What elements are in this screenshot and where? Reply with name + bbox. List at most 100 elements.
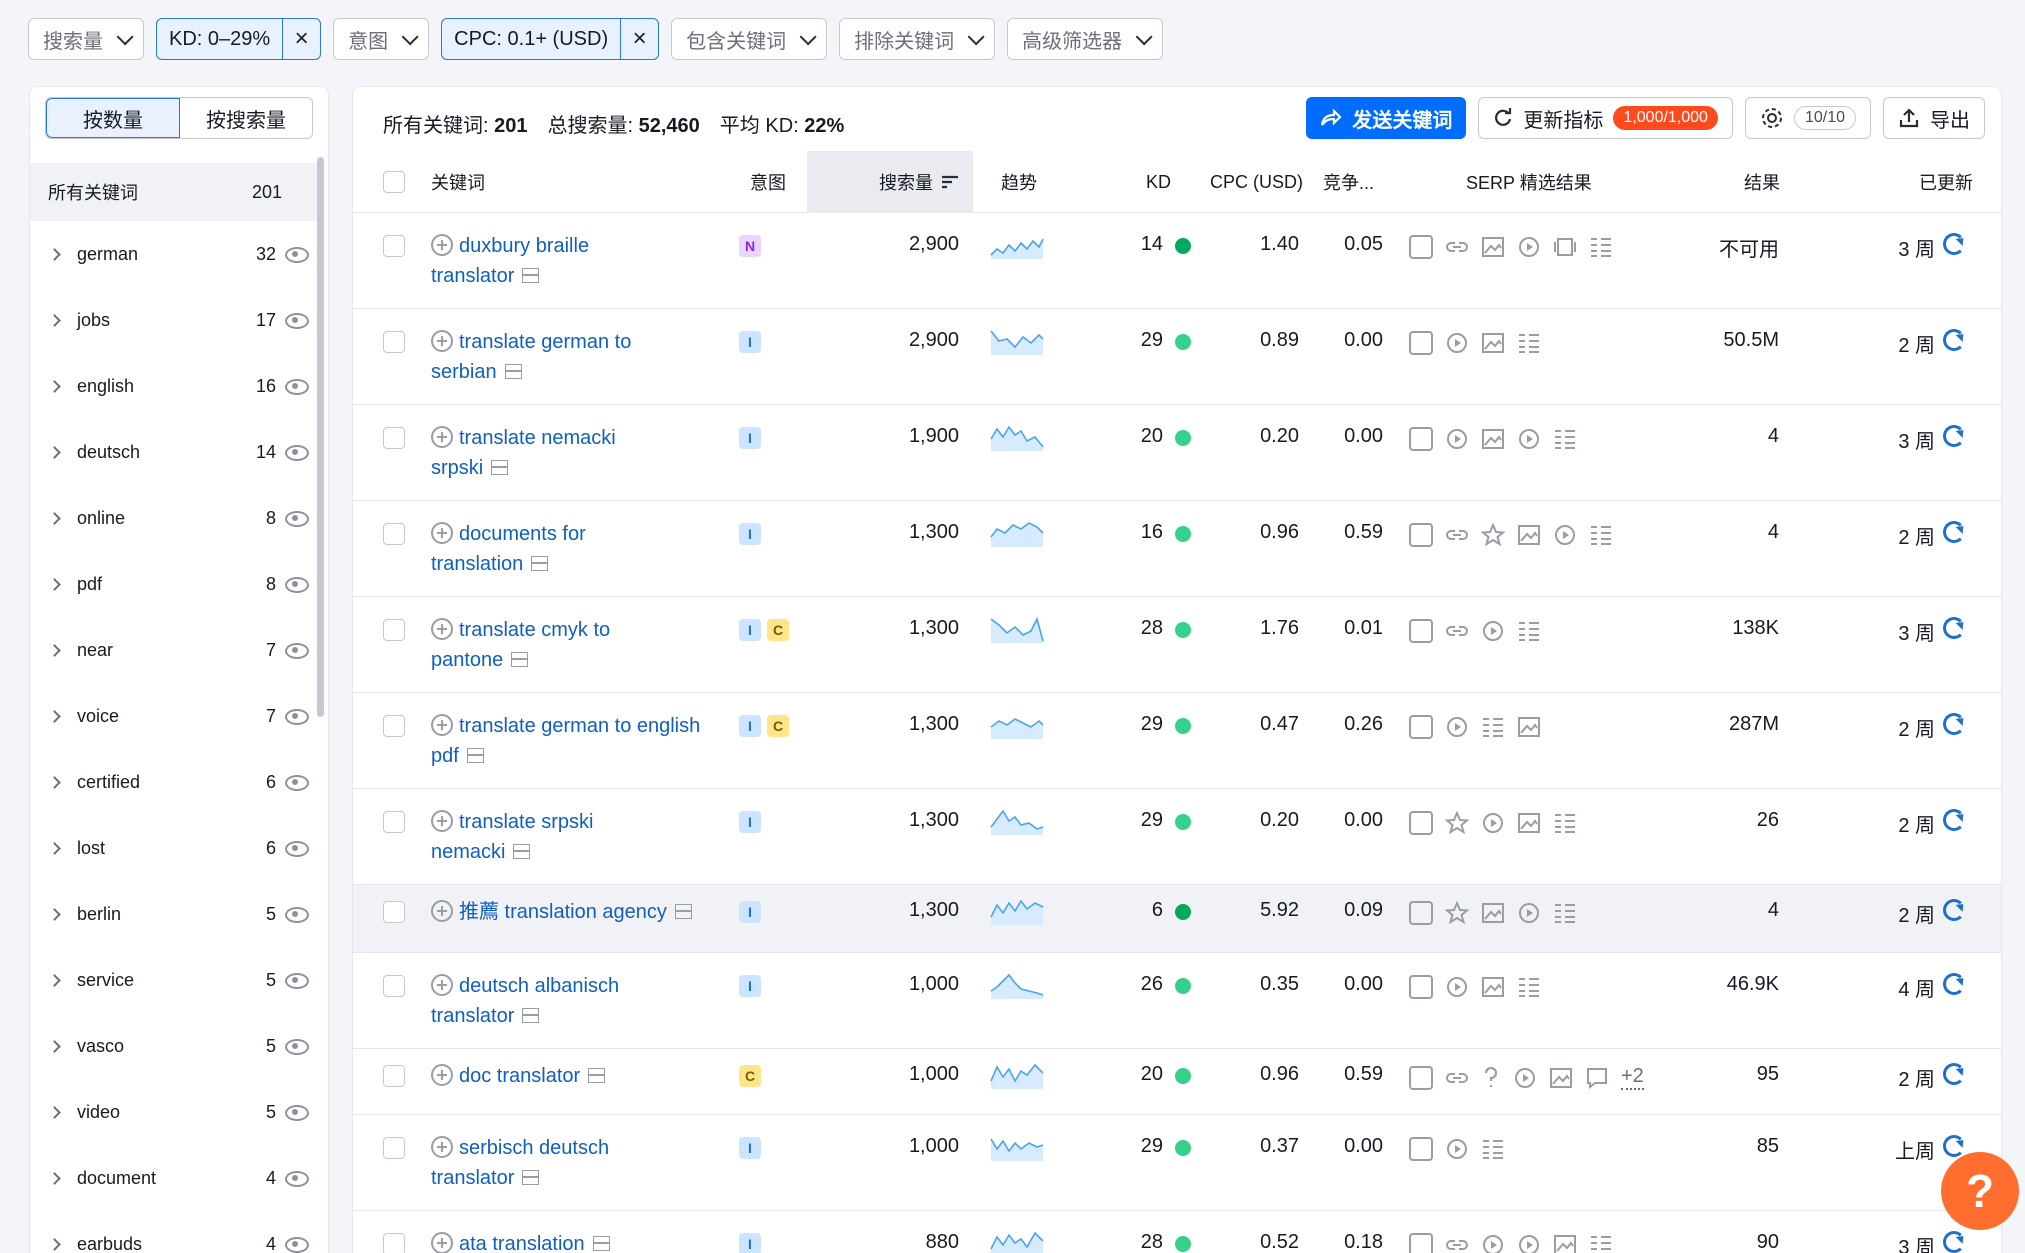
kd-filter[interactable]: KD: 0–29% × [156,18,322,60]
keyword-link[interactable]: doc translator [431,1061,701,1091]
refresh-icon[interactable] [1943,809,1965,831]
keyword-link[interactable]: translate srpski nemacki [431,807,701,867]
keyword-link[interactable]: translate german to serbian [431,327,701,387]
eye-icon[interactable] [284,1170,309,1187]
group-item[interactable]: document 4 [30,1145,320,1211]
chevron-right-icon[interactable] [48,973,61,987]
close-icon[interactable]: × [620,19,658,59]
include-keywords-filter[interactable]: 包含关键词 [671,18,828,60]
serp-features-cell[interactable] [1409,523,1613,547]
keyword-link[interactable]: serbisch deutsch translator [431,1133,701,1193]
eye-icon[interactable] [284,906,309,923]
chevron-right-icon[interactable] [48,1237,61,1251]
serp-features-cell[interactable] [1409,331,1541,355]
chevron-right-icon[interactable] [48,709,61,723]
add-keyword-icon[interactable] [431,900,453,922]
table-row[interactable]: translate nemacki srpski I 1,900 20 0.20 … [353,405,2001,501]
chevron-right-icon[interactable] [48,511,61,525]
add-keyword-icon[interactable] [431,330,453,352]
page-icon[interactable] [511,652,529,667]
add-keyword-icon[interactable] [431,522,453,544]
eye-icon[interactable] [284,510,309,527]
keyword-link[interactable]: translate nemacki srpski [431,423,701,483]
chevron-right-icon[interactable] [48,577,61,591]
chevron-right-icon[interactable] [48,841,61,855]
chevron-right-icon[interactable] [48,907,61,921]
serp-features-cell[interactable] [1409,619,1541,643]
cpc-filter[interactable]: CPC: 0.1+ (USD) × [441,18,660,60]
table-row[interactable]: ata translation I 880 28 0.52 0.18 90 3 … [353,1211,2001,1253]
row-checkbox[interactable] [383,975,405,997]
column-trend[interactable]: 趋势 [1001,151,1037,213]
eye-icon[interactable] [284,1038,309,1055]
serp-features-cell[interactable] [1409,715,1541,739]
refresh-icon[interactable] [1943,233,1965,255]
page-icon[interactable] [466,748,484,763]
table-row[interactable]: 推薦 translation agency I 1,300 6 5.92 0.0… [353,885,2001,953]
group-item[interactable]: pdf 8 [30,551,320,617]
group-item[interactable]: german 32 [30,221,320,287]
close-icon[interactable]: × [282,19,320,59]
export-button[interactable]: 导出 [1883,97,1985,139]
all-keywords-group[interactable]: 所有关键词 201 [30,163,320,221]
page-icon[interactable] [592,1236,610,1251]
page-icon[interactable] [522,1170,540,1185]
refresh-icon[interactable] [1943,1063,1965,1085]
update-metrics-button[interactable]: 更新指标 1,000/1,000 [1478,97,1733,139]
page-icon[interactable] [504,364,522,379]
column-updated[interactable]: 已更新 [1919,151,1973,213]
row-checkbox[interactable] [383,331,405,353]
chevron-right-icon[interactable] [48,379,61,393]
refresh-icon[interactable] [1943,425,1965,447]
column-serp-features[interactable]: SERP 精选结果 [1466,151,1592,213]
row-checkbox[interactable] [383,523,405,545]
refresh-icon[interactable] [1943,329,1965,351]
column-competition[interactable]: 竞争... [1323,151,1374,213]
keyword-link[interactable]: deutsch albanisch translator [431,971,701,1031]
row-checkbox[interactable] [383,715,405,737]
serp-features-cell[interactable] [1409,1233,1613,1253]
add-keyword-icon[interactable] [431,1136,453,1158]
send-keywords-button[interactable]: 发送关键词 [1306,97,1467,139]
eye-icon[interactable] [284,774,309,791]
serp-features-cell[interactable] [1409,1137,1505,1161]
column-results[interactable]: 结果 [1744,151,1780,213]
keyword-link[interactable]: translate cmyk to pantone [431,615,701,675]
row-checkbox[interactable] [383,1065,405,1087]
group-item[interactable]: jobs 17 [30,287,320,353]
add-keyword-icon[interactable] [431,1232,453,1253]
group-item[interactable]: service 5 [30,947,320,1013]
volume-filter[interactable]: 搜索量 [28,18,144,60]
group-item[interactable]: voice 7 [30,683,320,749]
eye-icon[interactable] [284,378,309,395]
chevron-right-icon[interactable] [48,1171,61,1185]
page-icon[interactable] [513,844,531,859]
keyword-link[interactable]: 推薦 translation agency [431,897,701,927]
tab-by-volume[interactable]: 按搜索量 [180,98,312,138]
add-keyword-icon[interactable] [431,426,453,448]
row-checkbox[interactable] [383,1137,405,1159]
serp-features-cell[interactable] [1409,811,1577,835]
group-item[interactable]: certified 6 [30,749,320,815]
refresh-icon[interactable] [1943,617,1965,639]
refresh-icon[interactable] [1943,1135,1965,1157]
group-item[interactable]: lost 6 [30,815,320,881]
add-keyword-icon[interactable] [431,234,453,256]
column-keyword[interactable]: 关键词 [431,151,485,213]
keyword-link[interactable]: ata translation [431,1229,701,1253]
row-checkbox[interactable] [383,1233,405,1253]
keyword-link[interactable]: translate german to english pdf [431,711,701,771]
page-icon[interactable] [491,460,509,475]
add-keyword-icon[interactable] [431,714,453,736]
serp-features-cell[interactable] [1409,975,1541,999]
settings-button[interactable]: 10/10 [1744,97,1871,139]
eye-icon[interactable] [284,972,309,989]
add-keyword-icon[interactable] [431,618,453,640]
exclude-keywords-filter[interactable]: 排除关键词 [839,18,996,60]
add-keyword-icon[interactable] [431,810,453,832]
table-row[interactable]: translate cmyk to pantone IC 1,300 28 1.7… [353,597,2001,693]
row-checkbox[interactable] [383,619,405,641]
group-item[interactable]: english 16 [30,353,320,419]
page-icon[interactable] [588,1068,606,1083]
eye-icon[interactable] [284,312,309,329]
